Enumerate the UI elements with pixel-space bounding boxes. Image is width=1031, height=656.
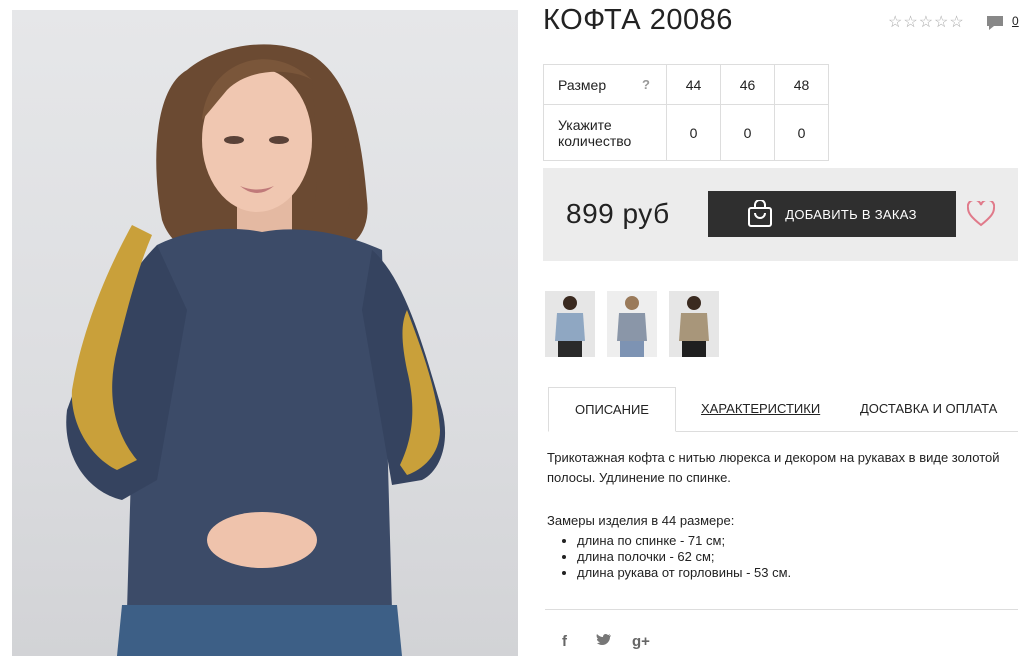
product-tabs: ОПИСАНИЕ ХАРАКТЕРИСТИКИ ДОСТАВКА И ОПЛАТ… [548,387,1018,432]
tab-specs[interactable]: ХАРАКТЕРИСТИКИ [701,387,820,431]
measures-list: длина по спинке - 71 см; длина полочки -… [547,533,791,581]
list-item: длина рукава от горловины - 53 см. [577,565,791,581]
facebook-icon[interactable]: f [562,633,567,650]
product-price: 899 руб [566,198,670,229]
tab-description[interactable]: ОПИСАНИЕ [548,387,676,432]
google-plus-icon[interactable]: g+ [632,633,650,650]
thumbnail-2[interactable] [607,291,657,357]
size-44: 44 [666,64,721,105]
size-label: Размер [558,76,607,93]
size-help-icon[interactable]: ? [642,77,650,92]
tab-delivery[interactable]: ДОСТАВКА И ОПЛАТА [860,387,997,431]
size-label-cell: Размер ? [543,64,667,105]
model-illustration [66,44,446,656]
quantity-input-48[interactable]: 0 [774,104,829,161]
thumbnail-image [555,296,585,357]
heart-icon[interactable] [967,201,995,227]
product-main-photo[interactable] [12,10,518,656]
quantity-input-46[interactable]: 0 [720,104,775,161]
size-46: 46 [720,64,775,105]
quantity-label: Укажите количество [543,104,667,161]
divider [545,609,1018,610]
add-to-cart-label: ДОБАВИТЬ В ЗАКАЗ [785,206,917,222]
measures-title: Замеры изделия в 44 размере: [547,513,735,528]
thumbnail-image [617,296,647,357]
comment-icon[interactable] [986,14,1004,32]
add-to-cart-button[interactable]: ДОБАВИТЬ В ЗАКАЗ [708,191,956,237]
rating-stars[interactable]: ☆☆☆☆☆ [888,12,965,32]
thumbnail-3[interactable] [669,291,719,357]
comment-count-link[interactable]: 0 [1012,14,1019,28]
buy-box: 899 руб ДОБАВИТЬ В ЗАКАЗ [543,168,1018,261]
thumbnail-1[interactable] [545,291,595,357]
shopping-bag-icon [748,200,773,227]
description-text: Трикотажная кофта с нитью люрекса и деко… [547,450,1000,485]
size-table: Размер ? 44 46 48 Укажите количество 0 0… [543,64,829,161]
twitter-icon[interactable] [596,633,612,651]
list-item: длина по спинке - 71 см; [577,533,791,549]
quantity-input-44[interactable]: 0 [666,104,721,161]
list-item: длина полочки - 62 см; [577,549,791,565]
thumbnail-image [679,296,709,357]
product-title: КОФТА 20086 [543,4,733,36]
size-48: 48 [774,64,829,105]
